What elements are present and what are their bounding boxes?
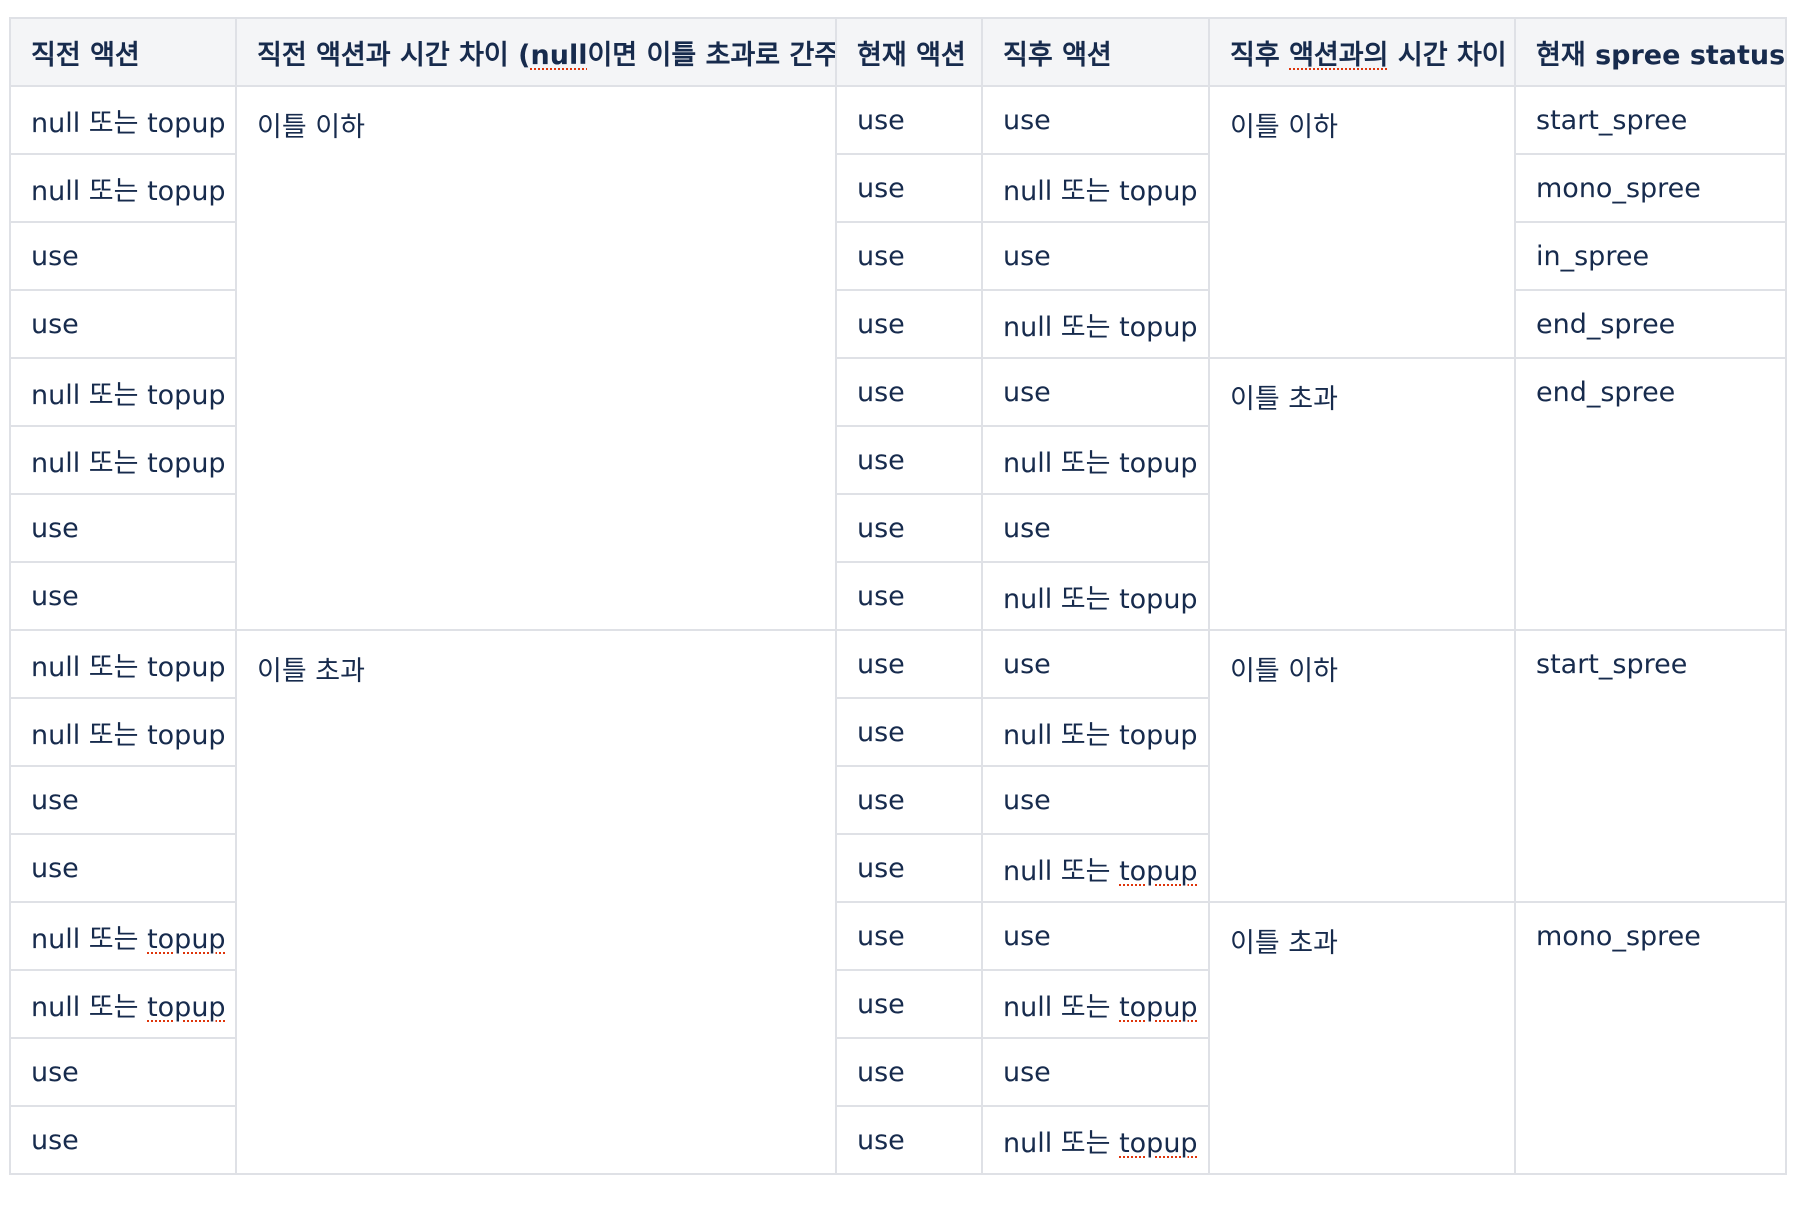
next-action-cell: null 또는 topup [981,1105,1210,1175]
curr-action-cell: use [835,1037,983,1107]
null-or-prefix: null 또는 [1003,991,1120,1023]
next-gap-cell: 이틀 초과 [1208,901,1516,1175]
curr-action-cell: use [835,153,983,223]
table-row: null 또는 topup 이틀 초과 use use 이틀 이하 start_… [9,629,1787,1175]
next-gap-cell: 이틀 이하 [1208,85,1516,359]
header-next-gap-pre: 직후 [1230,39,1290,71]
prev-action-cell: use [9,1037,237,1107]
curr-action-cell: use [835,221,983,291]
next-action-cell: null 또는 topup [981,425,1210,495]
table-row: null 또는 topup 이틀 이하 use use 이틀 이하 start_… [9,85,1787,631]
prev-action-cell: use [9,221,237,291]
prev-action-cell: null 또는 topup [9,969,237,1039]
status-cell: start_spree [1514,85,1787,155]
next-action-cell: null 또는 topup [981,153,1210,223]
prev-action-cell: use [9,493,237,563]
curr-action-cell: use [835,969,983,1039]
next-action-cell: null 또는 topup [981,289,1210,359]
prev-action-cell: null 또는 topup [9,425,237,495]
status-cell: start_spree [1514,629,1787,903]
prev-action-cell: use [9,765,237,835]
header-prev-gap: 직전 액션과 시간 차이 (null이면 이틀 초과로 간주) [235,17,837,87]
curr-action-cell: use [835,833,983,903]
next-action-cell: use [981,221,1210,291]
status-cell: in_spree [1514,221,1787,291]
header-row: 직전 액션 직전 액션과 시간 차이 (null이면 이틀 초과로 간주) 현재… [9,17,1787,87]
curr-action-cell: use [835,561,983,631]
curr-action-cell: use [835,629,983,699]
next-action-cell: use [981,493,1210,563]
curr-action-cell: use [835,289,983,359]
null-or-prefix: null 또는 [1003,1127,1120,1159]
next-action-cell: null 또는 topup [981,833,1210,903]
prev-action-cell: use [9,561,237,631]
next-gap-cell: 이틀 초과 [1208,357,1516,631]
curr-action-cell: use [835,425,983,495]
curr-action-cell: use [835,765,983,835]
prev-action-cell: null 또는 topup [9,85,237,155]
prev-action-cell: null 또는 topup [9,697,237,767]
header-prev-action: 직전 액션 [9,17,237,87]
topup-word: topup [1119,991,1198,1023]
next-action-cell: null 또는 topup [981,697,1210,767]
prev-gap-cell: 이틀 초과 [235,629,837,1175]
curr-action-cell: use [835,1105,983,1175]
prev-action-cell: use [9,833,237,903]
header-prev-gap-post: 이면 이틀 초과로 간주) [587,39,836,71]
prev-action-cell: null 또는 topup [9,357,237,427]
prev-action-cell: null 또는 topup [9,629,237,699]
header-next-gap: 직후 액션과의 시간 차이 [1208,17,1516,87]
curr-action-cell: use [835,357,983,427]
topup-word: topup [147,991,226,1023]
null-or-prefix: null 또는 [31,923,148,955]
next-gap-cell: 이틀 이하 [1208,629,1516,903]
status-cell: mono_spree [1514,901,1787,1175]
null-or-prefix: null 또는 [1003,855,1120,887]
header-status: 현재 spree status [1514,17,1787,87]
next-action-cell: null 또는 topup [981,969,1210,1039]
curr-action-cell: use [835,901,983,971]
header-prev-gap-pre: 직전 액션과 시간 차이 ( [257,39,531,71]
prev-action-cell: null 또는 topup [9,153,237,223]
next-action-cell: use [981,357,1210,427]
header-prev-gap-null: null [530,39,588,71]
header-next-gap-post: 시간 차이 [1388,39,1507,71]
status-cell: end_spree [1514,357,1787,631]
header-curr-action: 현재 액션 [835,17,983,87]
next-action-cell: null 또는 topup [981,561,1210,631]
header-next-gap-mid: 액션과의 [1289,39,1389,71]
topup-word: topup [1119,1127,1198,1159]
topup-word: topup [147,923,226,955]
header-next-action: 직후 액션 [981,17,1210,87]
next-action-cell: use [981,901,1210,971]
null-or-prefix: null 또는 [31,991,148,1023]
prev-action-cell: null 또는 topup [9,901,237,971]
next-action-cell: use [981,1037,1210,1107]
curr-action-cell: use [835,697,983,767]
status-cell: mono_spree [1514,153,1787,223]
next-action-cell: use [981,629,1210,699]
prev-action-cell: use [9,289,237,359]
next-action-cell: use [981,85,1210,155]
prev-action-cell: use [9,1105,237,1175]
spree-status-table: 직전 액션 직전 액션과 시간 차이 (null이면 이틀 초과로 간주) 현재… [9,17,1787,1175]
curr-action-cell: use [835,493,983,563]
curr-action-cell: use [835,85,983,155]
status-cell: end_spree [1514,289,1787,359]
spree-status-table-container: 직전 액션 직전 액션과 시간 차이 (null이면 이틀 초과로 간주) 현재… [9,17,1787,1175]
topup-word: topup [1119,855,1198,887]
next-action-cell: use [981,765,1210,835]
prev-gap-cell: 이틀 이하 [235,85,837,631]
